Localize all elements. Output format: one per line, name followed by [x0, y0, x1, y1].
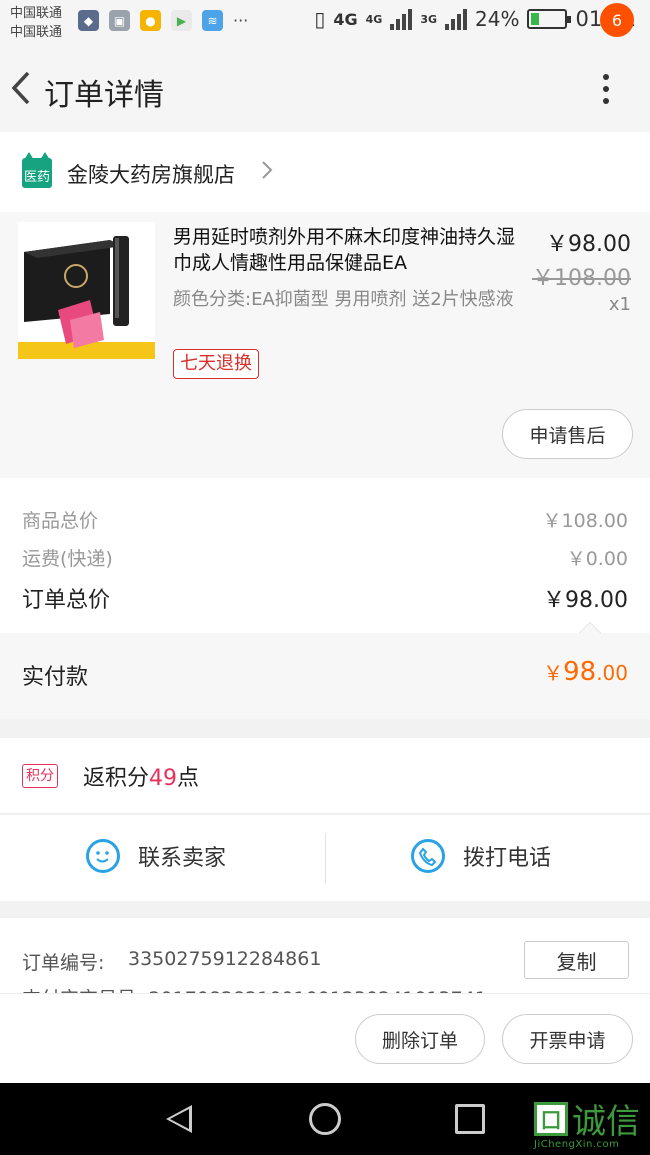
system-home-icon[interactable] — [309, 1103, 341, 1135]
points-suffix: 点 — [177, 766, 200, 791]
paid-integer: 98 — [563, 657, 597, 687]
return-policy-tag: 七天退换 — [173, 349, 259, 379]
divider — [325, 833, 326, 883]
copy-button[interactable]: 复制 — [524, 941, 629, 979]
order-total-label: 订单总价 — [22, 588, 111, 613]
nav-bar: 订单详情 — [0, 46, 650, 132]
product-quantity: x1 — [608, 294, 631, 315]
product-image[interactable] — [18, 222, 155, 359]
paid-value: ￥98.00 — [543, 657, 628, 687]
signal-icon-2 — [445, 8, 468, 30]
points-value: 49 — [149, 766, 178, 791]
paid-label: 实付款 — [22, 665, 89, 690]
order-number-value: 3350275912284861 — [128, 948, 322, 970]
weibo-icon: ● — [140, 10, 161, 31]
more-notifications-icon: ··· — [233, 11, 249, 30]
shop-name: 金陵大药房旗舰店 — [67, 163, 235, 187]
shipping-row: 运费(快递) ￥0.00 — [22, 544, 628, 571]
points-prefix: 返积分 — [83, 766, 150, 791]
goods-total-row: 商品总价 ￥108.00 — [22, 506, 628, 533]
chevron-right-icon — [260, 154, 274, 191]
watermark-box: 囗 — [534, 1101, 568, 1136]
network-type-1: 4G — [333, 9, 358, 29]
product-sku: 颜色分类:EA抑菌型 男用喷剂 送2片快感液 — [173, 289, 514, 310]
status-right: ▯ 4G 4G 3G 24% 01:01 — [314, 7, 636, 31]
call-phone-label: 拨打电话 — [463, 846, 552, 871]
shipping-label: 运费(快递) — [22, 548, 113, 570]
more-menu-icon[interactable] — [596, 74, 616, 104]
product-price: ￥98.00 — [546, 232, 631, 257]
message-count-badge: 6 — [600, 3, 634, 37]
status-bar: 中国联通 中国联通 ◆ ▣ ● ▶ ≋ ··· ▯ 4G 4G 3G 24% 0… — [0, 0, 650, 46]
price-summary: 商品总价 ￥108.00 运费(快递) ￥0.00 订单总价 ￥98.00 — [0, 478, 650, 633]
apply-aftersale-button[interactable]: 申请售后 — [502, 409, 633, 459]
notification-icons: ◆ ▣ ● ▶ ≋ ··· — [78, 10, 248, 31]
goods-total-label: 商品总价 — [22, 510, 99, 532]
points-row: 积分 返积分49点 — [0, 738, 650, 814]
network-type-3: 3G — [420, 12, 438, 26]
signal-icon-1 — [390, 8, 413, 30]
carrier-2: 中国联通 — [10, 25, 63, 40]
watermark-subtext: JiChengXin.com — [534, 1139, 620, 1150]
contact-bar: 联系卖家 拨打电话 — [0, 815, 650, 901]
shipping-value: ￥0.00 — [566, 548, 628, 570]
order-number-label: 订单编号: — [22, 952, 105, 974]
battery-icon — [527, 9, 572, 29]
back-arrow-icon[interactable] — [6, 68, 36, 108]
order-item: 男用延时喷剂外用不麻木印度神油持久湿巾成人情趣性用品保健品EA 颜色分类:EA抑… — [0, 212, 650, 478]
paid-currency: ￥ — [543, 661, 564, 685]
order-total-value: ￥98.00 — [543, 588, 628, 613]
phone-icon — [411, 839, 445, 873]
wifi-app-icon: ≋ — [202, 10, 223, 31]
paid-amount-row: 实付款 ￥98.00 — [0, 621, 650, 719]
battery-fill — [531, 13, 540, 25]
diamond-app-icon: ◆ — [78, 10, 99, 31]
product-title[interactable]: 男用延时喷剂外用不麻木印度神油持久湿巾成人情趣性用品保健品EA — [173, 224, 523, 276]
network-type-2: 4G — [365, 12, 383, 26]
video-play-icon: ▶ — [171, 10, 192, 31]
watermark-text: 诚信 — [572, 1102, 640, 1142]
shop-row[interactable]: 医药 金陵大药房旗舰店 — [0, 132, 650, 212]
order-total-row: 订单总价 ￥98.00 — [22, 582, 628, 614]
page-title: 订单详情 — [44, 78, 164, 113]
chat-face-icon — [86, 839, 120, 873]
battery-percent: 24% — [475, 7, 520, 31]
product-original-price: ￥108.00 — [532, 266, 631, 291]
call-phone-button[interactable]: 拨打电话 — [411, 839, 551, 873]
paid-decimal: .00 — [596, 661, 628, 685]
invoice-request-button[interactable]: 开票申请 — [502, 1014, 633, 1064]
points-text: 返积分49点 — [83, 760, 199, 792]
goods-total-value: ￥108.00 — [542, 510, 628, 532]
carrier-1: 中国联通 — [10, 6, 63, 21]
carrier-labels: 中国联通 中国联通 — [10, 4, 62, 42]
pharmacy-cat-icon: 医药 — [22, 152, 52, 188]
system-recents-icon[interactable] — [455, 1104, 485, 1134]
contact-seller-button[interactable]: 联系卖家 — [86, 839, 226, 873]
watermark-logo: 囗 诚信 — [534, 1094, 640, 1143]
points-tag: 积分 — [22, 764, 58, 788]
payment-serial: 支付宝交易号: 2017082821001001230241013741 — [22, 984, 487, 993]
order-info: 订单编号: 3350275912284861 复制 支付宝交易号: 201708… — [0, 918, 650, 993]
contact-seller-label: 联系卖家 — [138, 846, 227, 871]
bottom-action-bar: 删除订单 开票申请 — [0, 993, 650, 1083]
delete-order-button[interactable]: 删除订单 — [355, 1014, 485, 1064]
gallery-icon: ▣ — [109, 10, 130, 31]
vibrate-icon: ▯ — [314, 7, 326, 31]
